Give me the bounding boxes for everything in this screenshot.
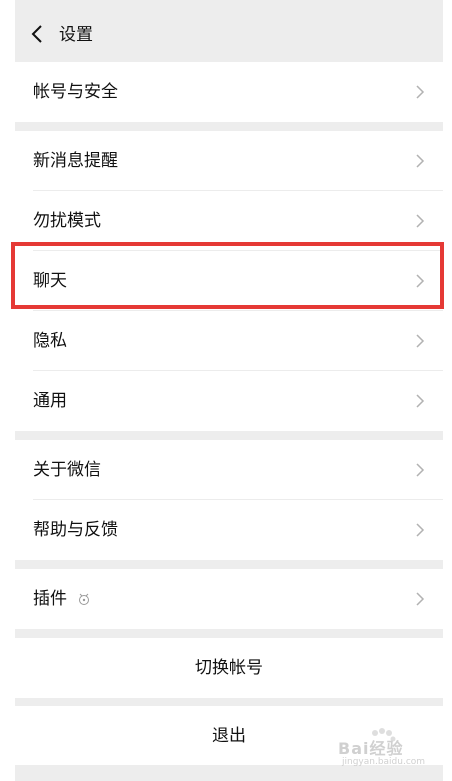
bottom-spacer xyxy=(15,765,443,781)
settings-item-new-message-alerts[interactable]: 新消息提醒 xyxy=(15,131,443,191)
watermark-text: Bai经验 xyxy=(338,739,404,758)
chevron-right-icon xyxy=(416,463,425,477)
chevron-right-icon xyxy=(416,334,425,348)
settings-item-label: 插件 xyxy=(33,589,67,609)
settings-item-label: 帐号与安全 xyxy=(33,82,118,102)
settings-item-plugins[interactable]: 插件 xyxy=(15,569,443,629)
settings-screen: 设置 帐号与安全 新消息提醒 勿扰模式 聊天 隐私 通用 关于微信 帮助与反馈 xyxy=(15,0,443,781)
watermark-subtext: jingyan.baidu.com xyxy=(342,757,426,767)
chevron-right-icon xyxy=(416,85,425,99)
plugin-icon xyxy=(79,593,89,605)
settings-item-label: 通用 xyxy=(33,391,67,411)
page-title: 设置 xyxy=(59,25,93,45)
settings-item-chat[interactable]: 聊天 xyxy=(15,251,443,311)
chevron-left-icon[interactable] xyxy=(27,23,49,45)
settings-item-label: 帮助与反馈 xyxy=(33,520,118,540)
settings-item-account-security[interactable]: 帐号与安全 xyxy=(15,62,443,122)
settings-item-do-not-disturb[interactable]: 勿扰模式 xyxy=(15,191,443,251)
settings-item-label: 聊天 xyxy=(33,271,67,291)
settings-item-general[interactable]: 通用 xyxy=(15,371,443,431)
settings-item-about-wechat[interactable]: 关于微信 xyxy=(15,440,443,500)
chevron-right-icon xyxy=(416,154,425,168)
chevron-right-icon xyxy=(416,394,425,408)
switch-account-button[interactable]: 切换帐号 xyxy=(15,638,443,698)
settings-item-privacy[interactable]: 隐私 xyxy=(15,311,443,371)
settings-item-label: 勿扰模式 xyxy=(33,211,101,231)
chevron-right-icon xyxy=(416,523,425,537)
settings-item-help-feedback[interactable]: 帮助与反馈 xyxy=(15,500,443,560)
chevron-right-icon xyxy=(416,214,425,228)
settings-item-label: 隐私 xyxy=(33,331,67,351)
switch-account-label: 切换帐号 xyxy=(195,658,263,678)
nav-bar: 设置 xyxy=(15,0,443,62)
chevron-right-icon xyxy=(416,274,425,288)
settings-item-label: 关于微信 xyxy=(33,460,101,480)
settings-item-label: 新消息提醒 xyxy=(33,151,118,171)
chevron-right-icon xyxy=(416,592,425,606)
